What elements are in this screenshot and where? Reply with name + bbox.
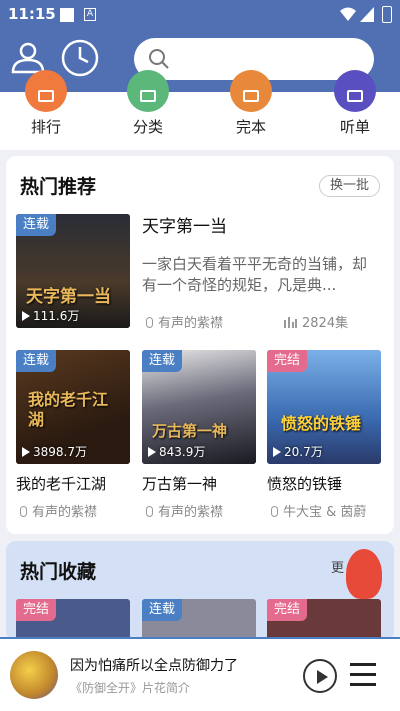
play-icon	[148, 447, 156, 457]
quick-nav: 排行 分类 完本 听单	[0, 70, 400, 150]
book-author: 有声的紫襟	[20, 501, 97, 520]
book-cover[interactable]: 愤怒的铁锤 完结 20.7万	[267, 350, 381, 464]
author-name: 牛大宝 & 茵蔚	[283, 505, 367, 520]
book-author: 牛大宝 & 茵蔚	[271, 501, 366, 520]
quicknav-label: 听单	[339, 118, 370, 136]
microphone-icon	[146, 317, 153, 328]
cover-art-text: 万古第一神	[152, 422, 228, 440]
status-badge: 连载	[142, 350, 183, 372]
featured-cover[interactable]: 天字第一当 连载 111.6万	[16, 214, 130, 328]
play-count: 111.6万	[22, 307, 79, 324]
featured-description: 一家白天看着平平无奇的当铺，却有一个奇怪的规矩，凡是典...	[142, 255, 368, 294]
status-badge: 连载	[16, 350, 57, 372]
quicknav-label: 分类	[132, 118, 163, 136]
status-badge: 连载	[16, 214, 57, 236]
microphone-icon	[271, 506, 278, 517]
narrator-name: 有声的紫襟	[158, 316, 224, 331]
microphone-icon	[20, 506, 27, 517]
status-badge: 完结	[267, 599, 308, 621]
wifi-icon	[340, 7, 356, 21]
book-icon	[230, 70, 272, 112]
rank-icon	[25, 70, 67, 112]
now-playing-cover[interactable]	[10, 651, 58, 699]
signal-icon	[360, 7, 374, 22]
book-title[interactable]: 愤怒的铁锤	[267, 473, 342, 494]
playlist-icon[interactable]	[350, 663, 376, 693]
fav-cover[interactable]: 完结	[16, 599, 130, 641]
book-cover[interactable]: 我的老千江湖 连载 3898.7万	[16, 350, 130, 464]
play-count-value: 20.7万	[284, 445, 323, 459]
cover-art-text: 天字第一当	[26, 287, 111, 307]
mascot-icon	[346, 549, 382, 599]
status-badge: 完结	[16, 599, 57, 621]
cover-art-text: 愤怒的铁锤	[281, 414, 362, 433]
play-count: 843.9万	[148, 443, 205, 460]
edit-icon	[334, 70, 376, 112]
episode-count: 2824集	[302, 316, 349, 331]
play-count: 3898.7万	[22, 443, 87, 460]
quicknav-label: 完本	[235, 118, 266, 136]
play-icon	[273, 447, 281, 457]
book-title[interactable]: 我的老千江湖	[16, 473, 106, 494]
featured-narrator: 有声的紫襟	[146, 312, 223, 331]
refresh-batch-button[interactable]: 换一批	[318, 175, 380, 197]
hot-recommend-section: 热门推荐 换一批 天字第一当 连载 111.6万 天字第一当 一家白天看着平平无…	[6, 156, 394, 534]
battery-icon	[382, 6, 392, 23]
status-badge: 连载	[142, 599, 183, 621]
search-icon	[149, 49, 169, 69]
cover-art-text: 我的老千江湖	[28, 390, 109, 429]
notification-square-icon	[60, 8, 74, 22]
more-link[interactable]: 更	[331, 557, 344, 576]
author-name: 有声的紫襟	[32, 505, 98, 520]
play-count-value: 3898.7万	[33, 445, 87, 459]
play-icon	[22, 447, 30, 457]
quicknav-label: 排行	[30, 118, 61, 136]
status-bar: 11:15 A	[0, 0, 400, 30]
play-icon	[317, 670, 328, 684]
microphone-icon	[146, 506, 153, 517]
status-time: 11:15	[8, 5, 56, 23]
featured-title[interactable]: 天字第一当	[142, 212, 227, 237]
book-author: 有声的紫襟	[146, 501, 223, 520]
history-clock-icon[interactable]	[60, 38, 100, 78]
fav-cover[interactable]: 连载	[142, 599, 256, 641]
author-name: 有声的紫襟	[158, 505, 224, 520]
play-icon	[22, 311, 30, 321]
grid-icon	[127, 70, 169, 112]
mini-player[interactable]: 因为怕痛所以全点防御力了 《防御全开》片花简介	[0, 637, 400, 711]
featured-episodes: 2824集	[284, 312, 348, 331]
book-title[interactable]: 万古第一神	[142, 473, 217, 494]
now-playing-subtitle: 《防御全开》片花简介	[70, 681, 191, 695]
play-count-value: 111.6万	[33, 309, 80, 323]
hot-favorites-section: 热门收藏 更 完结 连载 完结	[6, 541, 394, 641]
section-title: 热门推荐	[20, 176, 97, 198]
fav-cover[interactable]: 完结	[267, 599, 381, 641]
notification-a-icon: A	[84, 8, 96, 21]
play-count: 20.7万	[273, 443, 323, 460]
status-badge: 完结	[267, 350, 308, 372]
book-cover[interactable]: 万古第一神 连载 843.9万	[142, 350, 256, 464]
episodes-bars-icon	[284, 317, 297, 328]
play-count-value: 843.9万	[159, 445, 206, 459]
section-title: 热门收藏	[20, 561, 97, 583]
play-button[interactable]	[303, 659, 337, 693]
now-playing-title: 因为怕痛所以全点防御力了	[70, 658, 238, 674]
